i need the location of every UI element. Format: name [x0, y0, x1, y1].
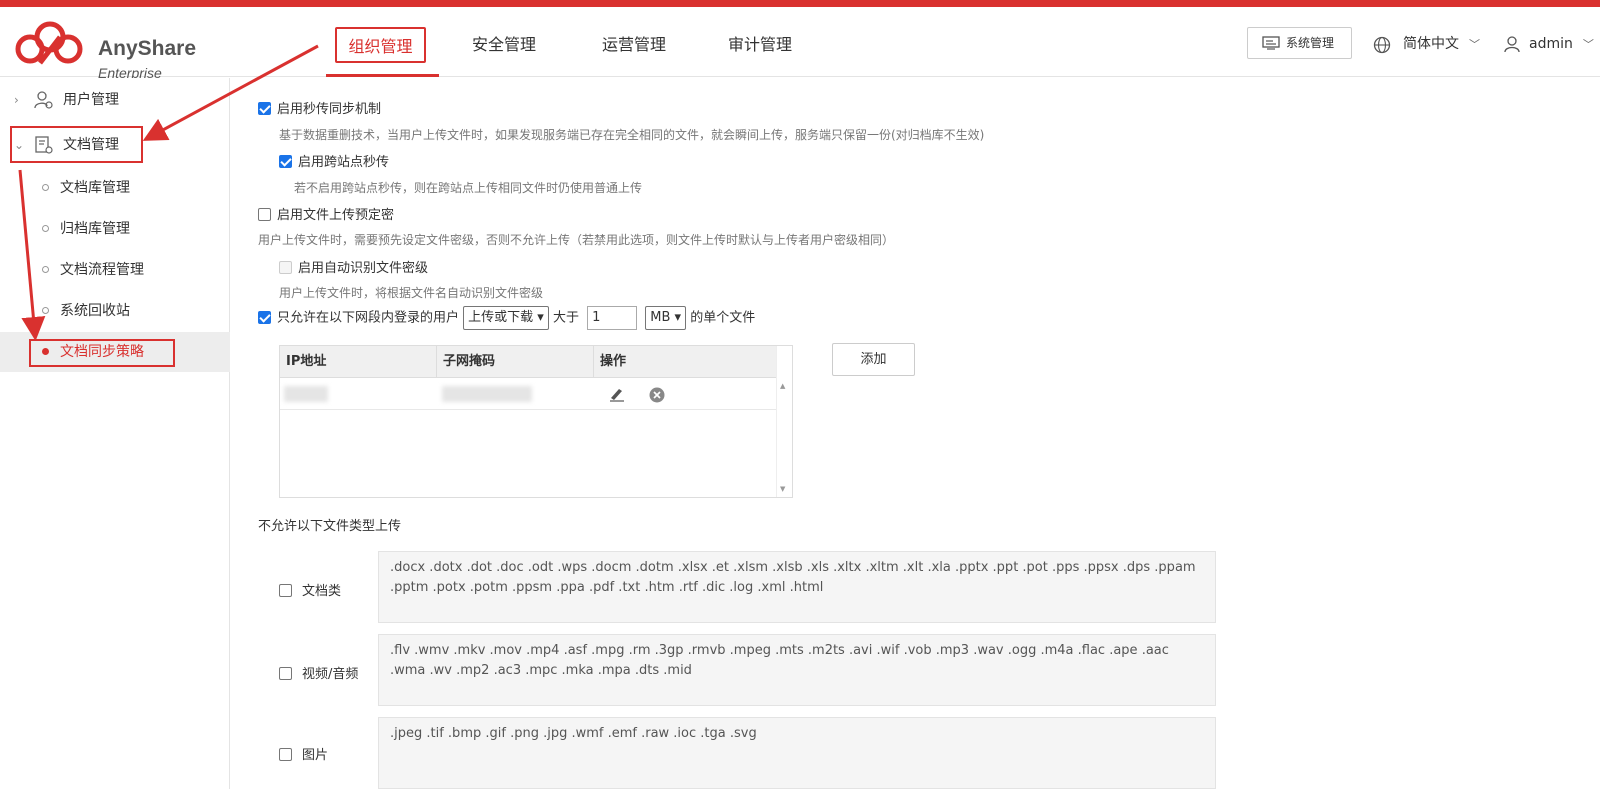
sidebar-item-archive[interactable]: 归档库管理	[0, 209, 230, 249]
user-icon	[1504, 36, 1520, 53]
forbidden-types-title: 不允许以下文件类型上传	[258, 519, 402, 534]
anyshare-logo[interactable]: AnyShare Enterprise	[10, 17, 196, 81]
system-management-button[interactable]: 系统管理	[1247, 27, 1352, 59]
chevron-down-icon: ﹀	[1582, 38, 1594, 51]
file-type-label: 文档类	[302, 584, 342, 599]
preset-secret-checkbox[interactable]	[258, 208, 271, 221]
images-checkbox[interactable]	[279, 748, 292, 761]
transfer-mode-value: 上传或下载	[468, 310, 534, 325]
bullet-icon	[42, 184, 49, 191]
sidebar-item-label: 文档库管理	[60, 180, 130, 196]
sidebar-item-label: 文档流程管理	[60, 262, 144, 278]
cross-site-desc: 若不启用跨站点秒传，则在跨站点上传相同文件时仍使用普通上传	[294, 181, 643, 195]
instant-upload-label: 启用秒传同步机制	[277, 102, 382, 117]
network-limit-checkbox[interactable]	[258, 310, 271, 324]
system-management-label: 系统管理	[1286, 36, 1335, 50]
sidebar-item-workflow[interactable]: 文档流程管理	[0, 250, 230, 290]
tab-audit[interactable]: 审计管理	[720, 27, 800, 63]
user-settings-icon	[34, 91, 53, 109]
redacted-ip	[284, 386, 328, 402]
active-tab-underline	[326, 74, 439, 77]
documents-extensions[interactable]: .docx .dotx .dot .doc .odt .wps .docm .d…	[378, 551, 1216, 623]
add-button[interactable]: 添加	[832, 343, 915, 376]
bullet-icon	[42, 225, 49, 232]
size-unit-select[interactable]: MB ▾	[645, 306, 687, 330]
preset-secret-desc: 用户上传文件时，需要预先设定文件密级，否则不允许上传（若禁用此选项，则文件上传时…	[258, 233, 895, 247]
delete-icon[interactable]	[649, 387, 665, 403]
cross-site-option[interactable]: 启用跨站点秒传	[279, 151, 389, 170]
auto-secret-checkbox[interactable]	[279, 261, 292, 274]
language-label: 简体中文	[1403, 36, 1459, 52]
instant-upload-desc: 基于数据重删技术，当用户上传文件时，如果发现服务端已存在完全相同的文件，就会瞬间…	[279, 128, 985, 142]
brand-name: AnyShare	[98, 37, 197, 60]
globe-icon	[1373, 36, 1391, 54]
media-extensions[interactable]: .flv .wmv .mkv .mov .mp4 .asf .mpg .rm .…	[378, 634, 1216, 706]
chevron-right-icon: ›	[14, 93, 19, 107]
preset-secret-option[interactable]: 启用文件上传预定密	[258, 204, 394, 223]
main-content: 启用秒传同步机制 基于数据重删技术，当用户上传文件时，如果发现服务端已存在完全相…	[231, 78, 1600, 789]
chevron-down-icon: ﹀	[1469, 38, 1480, 51]
sidebar-item-label: 系统回收站	[60, 303, 130, 319]
network-limit-suffix: 的单个文件	[690, 310, 756, 326]
tab-security[interactable]: 安全管理	[464, 27, 544, 63]
top-header: AnyShare Enterprise 组织管理 安全管理 运营管理 审计管理 …	[0, 7, 1600, 81]
table-row	[280, 378, 776, 410]
language-selector[interactable]: 简体中文 ﹀	[1373, 29, 1480, 59]
sidebar-group-users[interactable]: › 用户管理	[0, 80, 230, 120]
images-extensions[interactable]: .jpeg .tif .bmp .gif .png .jpg .wmf .emf…	[378, 717, 1216, 789]
size-unit-value: MB	[650, 310, 671, 325]
monitor-icon	[1262, 36, 1280, 50]
column-mask: 子网掩码	[437, 346, 594, 378]
bullet-icon	[42, 266, 49, 273]
top-accent-bar	[0, 0, 1600, 7]
file-type-images[interactable]: 图片	[279, 744, 328, 763]
instant-upload-option[interactable]: 启用秒传同步机制	[258, 98, 381, 117]
sidebar: › 用户管理 ⌄ 文档管理 文档库管理 归档库管理 文档流程管理 系统回收站 文…	[0, 78, 230, 789]
documents-checkbox[interactable]	[279, 584, 292, 597]
media-checkbox[interactable]	[279, 667, 292, 680]
bullet-icon	[42, 307, 49, 314]
column-actions: 操作	[600, 354, 627, 369]
username: admin	[1529, 36, 1573, 52]
sidebar-item-library[interactable]: 文档库管理	[0, 168, 230, 208]
transfer-mode-select[interactable]: 上传或下载 ▾	[463, 306, 549, 330]
redacted-mask	[442, 386, 532, 402]
highlight-box	[10, 126, 143, 163]
network-limit-prefix: 只允许在以下网段内登录的用户	[277, 310, 460, 326]
file-type-documents[interactable]: 文档类	[279, 580, 341, 599]
table-header: IP地址 子网掩码 操作	[280, 346, 776, 378]
auto-secret-desc: 用户上传文件时，将根据文件名自动识别文件密级	[279, 286, 544, 300]
sidebar-item-label: 归档库管理	[60, 221, 130, 237]
ip-range-table: IP地址 子网掩码 操作 ▲ ▼	[279, 345, 793, 498]
auto-secret-label: 启用自动识别文件密级	[298, 261, 429, 276]
tab-operations[interactable]: 运营管理	[594, 27, 674, 63]
preset-secret-label: 启用文件上传预定密	[277, 208, 395, 223]
auto-secret-option[interactable]: 启用自动识别文件密级	[279, 257, 428, 276]
cross-site-label: 启用跨站点秒传	[298, 155, 390, 170]
file-type-media[interactable]: 视频/音频	[279, 663, 358, 682]
cloud-logo-icon	[15, 21, 83, 65]
column-ip: IP地址	[280, 346, 437, 378]
tab-organization[interactable]: 组织管理	[335, 27, 426, 63]
file-size-input[interactable]: 1	[587, 306, 638, 330]
scroll-down-icon[interactable]: ▼	[780, 485, 785, 493]
network-limit-mid: 大于	[552, 310, 579, 326]
table-scrollbar[interactable]: ▲ ▼	[776, 346, 792, 497]
file-type-label: 图片	[302, 748, 329, 763]
file-type-label: 视频/音频	[302, 667, 359, 682]
scroll-up-icon[interactable]: ▲	[780, 382, 785, 390]
sidebar-group-users-label: 用户管理	[63, 92, 119, 108]
network-limit-option: 只允许在以下网段内登录的用户 上传或下载 ▾ 大于 1 MB ▾ 的单个文件	[258, 306, 755, 330]
highlight-box	[29, 339, 175, 367]
user-menu[interactable]: admin ﹀	[1503, 29, 1594, 59]
edit-icon[interactable]	[608, 386, 626, 402]
instant-upload-checkbox[interactable]	[258, 102, 271, 115]
sidebar-item-recycle-bin[interactable]: 系统回收站	[0, 291, 230, 331]
cross-site-checkbox[interactable]	[279, 155, 292, 168]
